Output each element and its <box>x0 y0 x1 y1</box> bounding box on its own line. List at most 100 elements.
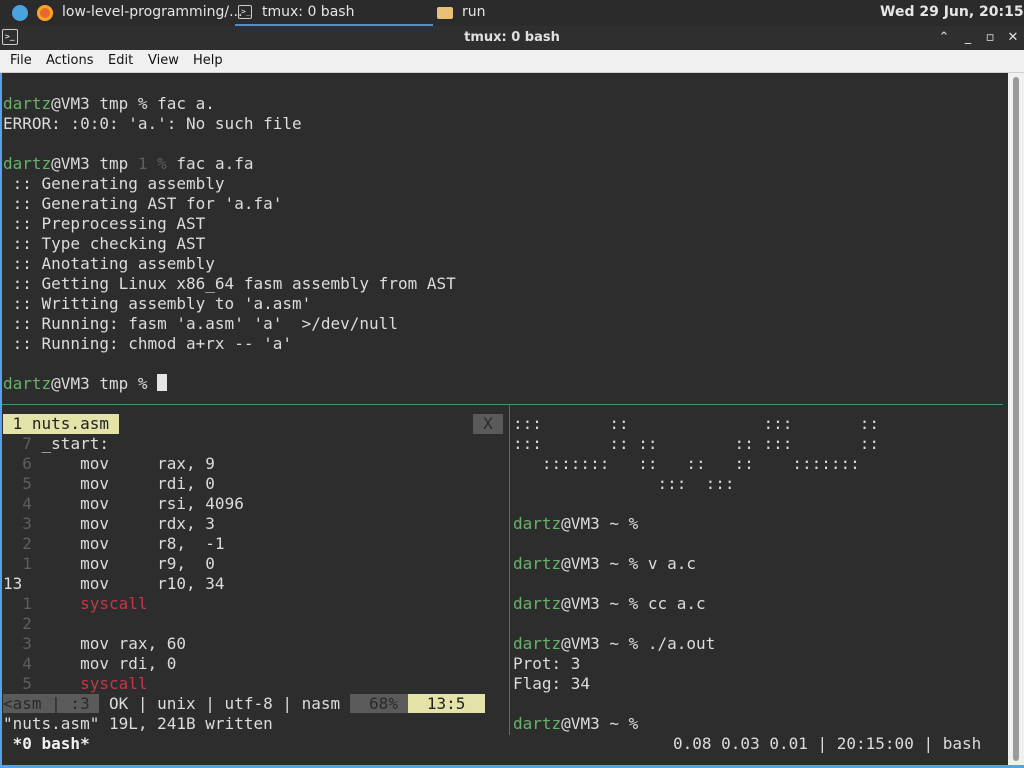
column-indicator: | :3 <box>41 694 100 713</box>
code-text: mov rax, 9 <box>31 454 215 473</box>
line-number: 13 <box>3 574 32 593</box>
editor-message: "nuts.asm" 19L, 241B written <box>3 714 273 733</box>
prompt-user: dartz <box>3 154 52 173</box>
prompt-user: dartz <box>3 374 52 393</box>
shell-prompt[interactable]: dartz@VM3 tmp % <box>3 374 168 394</box>
command-text: fac a. <box>157 94 215 113</box>
line-number: 4 <box>3 654 32 673</box>
prompt-user: dartz <box>513 594 562 613</box>
output-line: :: Type checking AST <box>3 234 206 253</box>
tmux-status-right: 0.08 0.03 0.01 | 20:15:00 | bash <box>673 734 982 753</box>
prompt-host: @VM3 tmp % <box>51 94 158 113</box>
ascii-art-line: ::: :: :: :: ::: :: <box>513 434 880 453</box>
code-line: 1 syscall <box>3 594 148 614</box>
line-number: 6 <box>3 454 32 473</box>
firefox-icon[interactable] <box>37 5 53 21</box>
code-text: mov rsi, 4096 <box>31 494 244 513</box>
line-number: 3 <box>3 514 32 533</box>
prompt-user: dartz <box>513 714 562 733</box>
code-line: 2 <box>3 614 32 634</box>
file-info: OK | unix | utf-8 | nasm <box>99 694 350 713</box>
editor-statusline: <asm | :3 OK | unix | utf-8 | nasm 68% 1… <box>3 694 508 714</box>
output-line: :: Getting Linux x86_64 fasm assembly fr… <box>3 274 456 293</box>
code-text: mov r8, -1 <box>31 534 225 553</box>
code-line: 2 mov r8, -1 <box>3 534 225 554</box>
output-line: Flag: 34 <box>513 674 591 693</box>
output-line: :: Generating AST for 'a.fa' <box>3 194 283 213</box>
code-text: mov rdi, 0 <box>31 474 215 493</box>
command-text: cc a.c <box>647 594 706 613</box>
command-line: dartz@VM3 ~ % ./a.out <box>513 634 715 654</box>
code-text: syscall <box>31 594 148 613</box>
terminal-icon: >_ <box>238 5 252 19</box>
output-line: :: Preprocessing AST <box>3 214 206 233</box>
code-line: 5 syscall <box>3 674 148 694</box>
prompt-host: @VM3 tmp <box>51 154 138 173</box>
shade-button[interactable]: ⌃ <box>934 28 954 48</box>
code-line-current: 13 mov r10, 34 <box>3 574 225 594</box>
output-line: :: Anotating assembly <box>3 254 215 273</box>
output-line: :: Writting assembly to 'a.asm' <box>3 294 312 313</box>
pane-separator-vertical[interactable] <box>509 405 510 735</box>
menu-actions[interactable]: Actions <box>46 50 94 72</box>
prompt-host: @VM3 ~ % <box>561 634 648 653</box>
prompt-host: @VM3 tmp % <box>51 374 158 393</box>
scroll-percent: 68% <box>349 694 408 713</box>
command-text: ./a.out <box>647 634 716 653</box>
code-line: 6 mov rax, 9 <box>3 454 215 474</box>
command-text: v a.c <box>647 554 697 573</box>
prompt-user: dartz <box>513 554 562 573</box>
scrollbar-thumb[interactable] <box>1013 77 1019 761</box>
cursor-position: 13:5 <box>407 694 485 713</box>
menu-view[interactable]: View <box>148 50 179 72</box>
prompt-host: @VM3 ~ % <box>561 714 648 733</box>
tmux-window-tab[interactable]: *0 bash* <box>3 734 90 754</box>
output-line: :: Generating assembly <box>3 174 225 193</box>
code-line: 7 _start: <box>3 434 109 454</box>
close-button[interactable]: ✕ <box>1003 28 1023 48</box>
code-text: mov rax, 60 <box>31 634 187 653</box>
line-number: 1 <box>3 594 32 613</box>
minimize-button[interactable]: _ <box>958 28 978 48</box>
editor-tab[interactable]: 1 nuts.asm <box>3 414 119 434</box>
menu-edit[interactable]: Edit <box>108 50 133 72</box>
pane-separator-horizontal[interactable] <box>2 404 1003 405</box>
code-text: mov rdx, 3 <box>31 514 215 533</box>
line-number: 3 <box>3 634 32 653</box>
menu-file[interactable]: File <box>10 50 32 72</box>
editor-close-button[interactable]: X <box>473 414 503 434</box>
prompt-host: @VM3 ~ % <box>561 594 648 613</box>
browser-task-label[interactable]: low-level-programming/... <box>62 0 242 26</box>
app-menu-icon[interactable] <box>12 5 28 21</box>
line-number: 1 <box>3 554 32 573</box>
code-text: syscall <box>31 674 148 693</box>
window-titlebar[interactable]: >_ tmux: 0 bash ⌃ _ ▫ ✕ <box>0 26 1024 50</box>
prompt-user: dartz <box>3 94 52 113</box>
prompt-user: dartz <box>513 514 562 533</box>
code-line: 3 mov rax, 60 <box>3 634 186 654</box>
output-line: :: Running: chmod a+rx -- 'a' <box>3 334 292 353</box>
shell-prompt[interactable]: dartz@VM3 ~ % <box>513 714 648 734</box>
terminal-task-label[interactable]: tmux: 0 bash <box>262 0 354 26</box>
mode-indicator: <asm <box>3 694 42 713</box>
line-number: 7 <box>3 434 32 453</box>
code-line: 4 mov rsi, 4096 <box>3 494 244 514</box>
menu-help[interactable]: Help <box>193 50 223 72</box>
line-number: 5 <box>3 474 32 493</box>
command-line: dartz@VM3 tmp 1 % fac a.fa <box>3 154 253 174</box>
maximize-button[interactable]: ▫ <box>980 28 1000 48</box>
scrollbar[interactable] <box>1008 73 1024 765</box>
command-line: dartz@VM3 tmp % fac a. <box>3 94 215 114</box>
ascii-art-line: ::: ::: <box>513 474 735 493</box>
code-line: 3 mov rdx, 3 <box>3 514 215 534</box>
terminal-area[interactable]: dartz@VM3 tmp % fac a. ERROR: :0:0: 'a.'… <box>0 73 1008 765</box>
line-number: 4 <box>3 494 32 513</box>
folder-task-label[interactable]: run <box>462 0 486 26</box>
exit-status: 1 % <box>137 154 167 173</box>
top-panel: low-level-programming/... >_ tmux: 0 bas… <box>0 0 1024 26</box>
prompt-user: dartz <box>513 634 562 653</box>
clock[interactable]: Wed 29 Jun, 20:15 <box>880 0 1024 26</box>
code-line: 4 mov rdi, 0 <box>3 654 176 674</box>
code-text: mov r10, 34 <box>31 574 225 593</box>
command-line: dartz@VM3 ~ % <box>513 514 648 534</box>
